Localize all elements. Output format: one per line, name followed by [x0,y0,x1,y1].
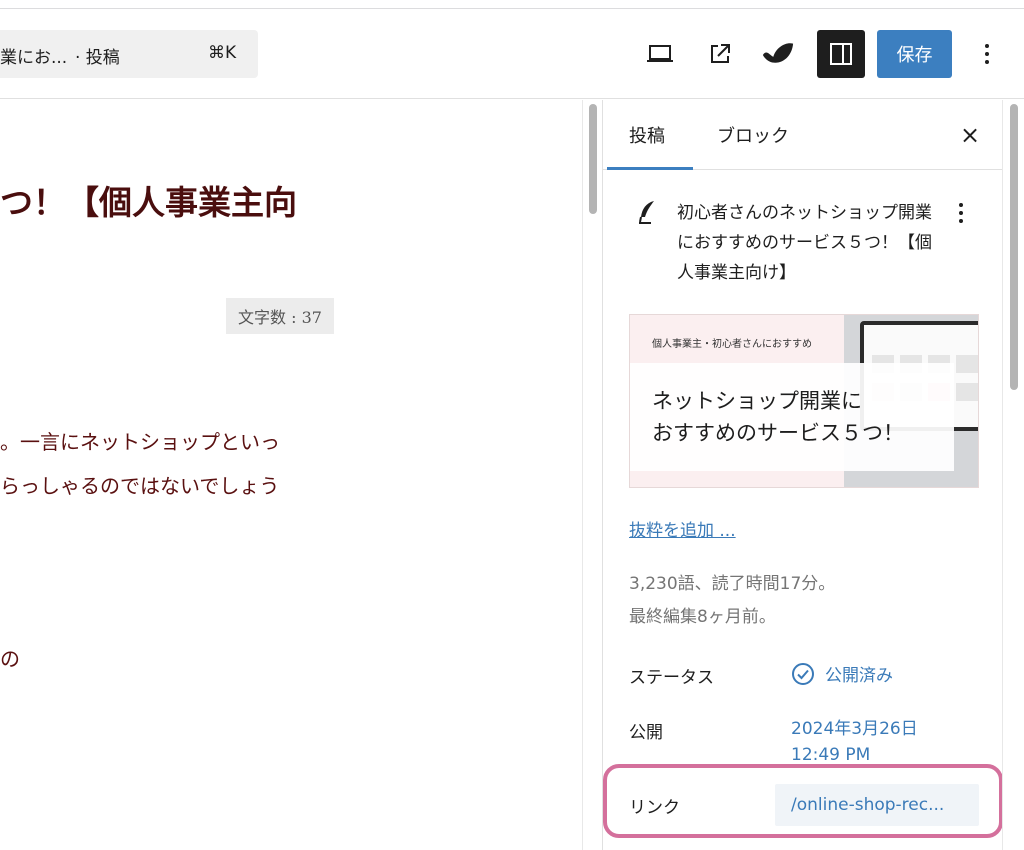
editor-header: 業にお... · 投稿 ⌘K 保存 [0,9,1024,99]
jetpack-button[interactable] [761,39,795,69]
publish-date-button[interactable]: 2024年3月26日 12:49 PM [791,716,918,768]
settings-sidebar: 投稿 ブロック × 初心者さんのネットショップ開業におすすめのサービス５つ！【個… [602,100,1003,850]
sidebar-tabs: 投稿 ブロック × [603,100,1003,170]
post-title[interactable]: つ！【個人事業主向 [0,176,297,224]
last-edited-meta: 最終編集8ヶ月前。 [629,607,776,627]
command-bar-shortcut: ⌘K [208,43,237,63]
check-circle-icon [792,662,814,685]
editor-scrollbar-thumb[interactable] [589,104,597,214]
paragraph-line[interactable]: の [0,643,20,672]
save-button[interactable]: 保存 [877,30,952,78]
post-card-actions-button[interactable] [951,198,971,228]
add-excerpt-link[interactable]: 抜粋を追加 ... [629,516,736,541]
publish-date: 2024年3月26日 [791,719,918,739]
sidebar-panel-icon [830,43,852,65]
post-card-title: 初心者さんのネットショップ開業におすすめのサービス５つ！【個人事業主向け】 [677,203,932,283]
paragraph-line[interactable]: らっしゃるのではないでしょう [0,470,279,499]
featured-image[interactable]: 個人事業主・初心者さんにおすすめ ネットショップ開業に おすすめのサービス５つ！ [629,314,979,488]
status-button[interactable]: 公開済み [791,661,893,686]
post-card-icon [635,198,659,228]
external-link-icon [711,44,730,63]
vertical-ellipsis-icon [985,44,989,64]
close-icon: × [959,121,981,149]
tab-block[interactable]: ブロック [717,122,789,148]
paragraph-line[interactable]: 。一言にネットショップといっ [0,426,280,455]
laptop-icon [647,45,673,62]
leaf-logo-icon [762,43,794,63]
permalink-button[interactable]: /online-shop-rec... [775,784,979,826]
editor-scrollbar[interactable] [582,100,602,850]
view-post-button[interactable] [703,39,737,69]
close-sidebar-button[interactable]: × [955,120,985,150]
feather-pen-icon [639,201,654,224]
word-count-meta: 3,230語、読了時間17分。 [629,574,836,594]
command-palette-bar[interactable]: 業にお... · 投稿 ⌘K [0,30,258,78]
options-menu-button[interactable] [972,39,1002,69]
publish-label: 公開 [629,723,663,743]
preview-button[interactable] [643,39,677,69]
command-bar-post-type: · 投稿 [75,48,120,68]
editor-canvas[interactable]: つ！【個人事業主向 文字数 : 37 。一言にネットショップといっ らっしゃるの… [0,100,582,850]
thumbnail-subtitle: 個人事業主・初心者さんにおすすめ [652,339,812,350]
status-value: 公開済み [825,666,893,686]
settings-sidebar-toggle[interactable] [817,30,865,78]
status-label: ステータス [629,668,714,688]
sidebar-scrollbar[interactable] [1002,100,1024,850]
active-tab-indicator [607,167,693,170]
sidebar-scrollbar-thumb[interactable] [1010,104,1018,390]
thumbnail-headline: ネットショップ開業に おすすめのサービス５つ！ [652,389,904,445]
tab-post[interactable]: 投稿 [629,122,665,148]
link-label: リンク [629,798,680,818]
word-count-badge: 文字数 : 37 [226,298,334,334]
command-bar-title: 業にお... [0,48,68,68]
